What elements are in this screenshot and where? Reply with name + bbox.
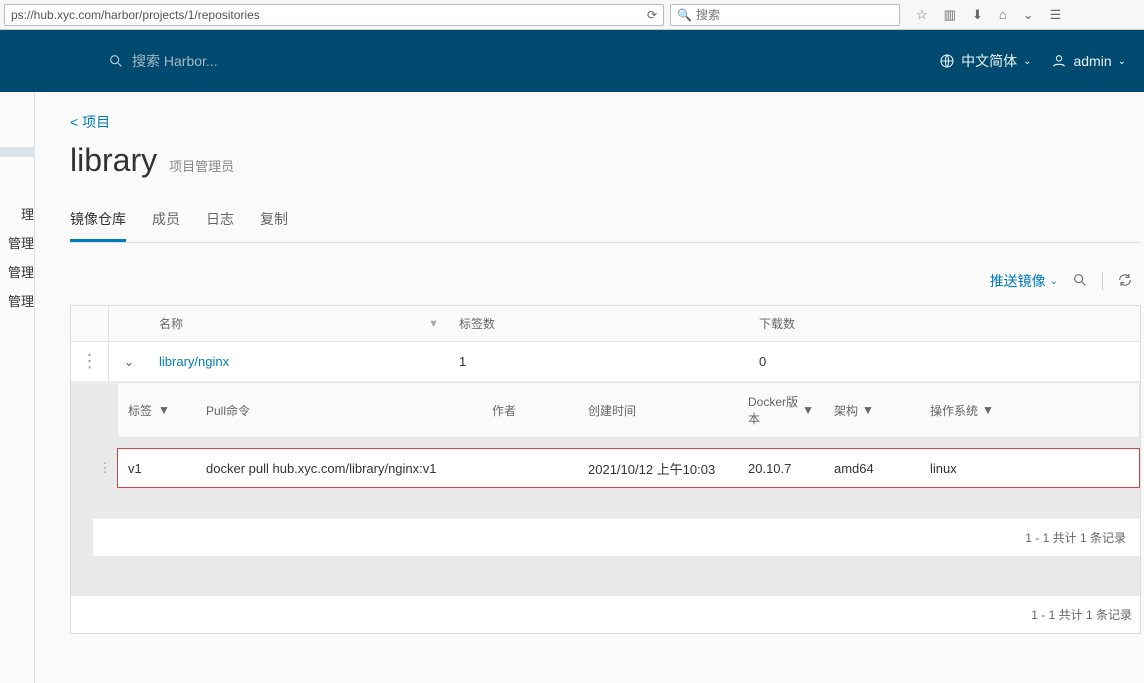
col-docker-ver[interactable]: Docker版本 ▼ — [738, 383, 824, 437]
sidebar: 理 管理 管理 管理 — [0, 92, 35, 683]
chevron-down-icon: ⌄ — [1023, 56, 1031, 67]
col-name[interactable]: 名称 ▼ — [149, 315, 449, 332]
repo-toolbar: 推送镜像 ⌄ — [70, 271, 1141, 291]
refresh-icon[interactable] — [1117, 272, 1133, 291]
repo-tags-count: 1 — [449, 354, 749, 369]
tag-docker-ver: 20.10.7 — [738, 461, 824, 476]
search-icon[interactable] — [1072, 272, 1088, 291]
bookmark-icon[interactable]: ☆ — [916, 7, 928, 23]
browser-chrome: ps://hub.xyc.com/harbor/projects/1/repos… — [0, 0, 1144, 30]
tag-arch: amd64 — [824, 461, 920, 476]
col-pulls[interactable]: 下载数 — [749, 315, 1140, 332]
user-icon — [1051, 53, 1067, 69]
tab-repos[interactable]: 镜像仓库 — [70, 203, 126, 242]
search-icon — [108, 53, 124, 69]
repo-table-header: 名称 ▼ 标签数 下载数 — [71, 306, 1140, 342]
col-tags[interactable]: 标签数 — [449, 315, 749, 332]
tab-members[interactable]: 成员 — [152, 203, 180, 242]
library-icon[interactable]: ▥ — [944, 7, 956, 23]
url-bar[interactable]: ps://hub.xyc.com/harbor/projects/1/repos… — [4, 4, 664, 26]
chevron-down-icon: ⌄ — [1050, 276, 1058, 287]
filter-icon[interactable]: ▼ — [158, 403, 170, 417]
tabs: 镜像仓库 成员 日志 复制 — [70, 203, 1141, 243]
downloads-icon[interactable]: ⬇ — [972, 7, 983, 23]
tab-logs[interactable]: 日志 — [206, 203, 234, 242]
sidebar-item-1[interactable]: 理 — [0, 199, 34, 228]
filter-icon[interactable]: ▼ — [862, 403, 874, 417]
chevron-down-icon: ⌄ — [1118, 56, 1126, 67]
sidebar-item-2[interactable]: 管理 — [0, 228, 34, 257]
col-tag[interactable]: 标签 ▼ — [118, 383, 196, 437]
push-image-link[interactable]: 推送镜像 ⌄ — [990, 271, 1058, 291]
chrome-controls: ☆ ▥ ⬇ ⌂ ⌄ ☰ — [916, 7, 1061, 23]
globe-icon — [939, 53, 955, 69]
breadcrumb-back[interactable]: < 项目 — [70, 112, 1141, 132]
col-created[interactable]: 创建时间 — [578, 383, 738, 437]
sidebar-item-4[interactable]: 管理 — [0, 286, 34, 315]
repo-name-link[interactable]: library/nginx — [149, 354, 449, 369]
app-header: 中文简体 ⌄ admin ⌄ — [0, 30, 1144, 92]
repo-table-footer: 1 - 1 共计 1 条记录 — [71, 596, 1140, 633]
url-text: ps://hub.xyc.com/harbor/projects/1/repos… — [11, 8, 260, 22]
subheader-actions — [93, 382, 117, 438]
row-actions-icon[interactable]: ⋮ — [71, 342, 109, 381]
expand-row-icon[interactable]: ⌄ — [109, 354, 149, 370]
user-label: admin — [1073, 53, 1111, 69]
sidebar-item-3[interactable]: 管理 — [0, 257, 34, 286]
language-label: 中文简体 — [961, 51, 1017, 71]
page-title: library — [70, 142, 157, 179]
filter-icon[interactable]: ▼ — [982, 403, 994, 417]
header-actions — [71, 306, 109, 341]
sidebar-item-0[interactable] — [0, 147, 34, 157]
home-icon[interactable]: ⌂ — [999, 7, 1007, 23]
tag-pull-cmd: docker pull hub.xyc.com/library/nginx:v1 — [196, 461, 482, 476]
project-role: 项目管理员 — [169, 156, 234, 175]
col-pull-cmd[interactable]: Pull命令 — [196, 383, 482, 437]
col-os[interactable]: 操作系统 ▼ — [920, 383, 1139, 437]
tab-replication[interactable]: 复制 — [260, 203, 288, 242]
tag-row-actions-icon[interactable]: ⋮ — [93, 448, 117, 488]
pocket-icon[interactable]: ⌄ — [1023, 7, 1034, 23]
col-author[interactable]: 作者 — [482, 383, 578, 437]
col-arch[interactable]: 架构 ▼ — [824, 383, 920, 437]
repo-table: 名称 ▼ 标签数 下载数 ⋮ ⌄ library/nginx 1 0 标签 — [70, 305, 1141, 634]
browser-search[interactable]: 🔍 搜索 — [670, 4, 900, 26]
search-icon: 🔍 — [677, 8, 692, 22]
repo-pulls-count: 0 — [749, 354, 1140, 369]
header-right: 中文简体 ⌄ admin ⌄ — [939, 51, 1126, 71]
reload-icon[interactable]: ⟳ — [647, 8, 657, 22]
tag-os: linux — [920, 461, 1139, 476]
tag-row: v1 docker pull hub.xyc.com/library/nginx… — [117, 448, 1140, 488]
expanded-tag-area: 标签 ▼ Pull命令 作者 创建时间 Docker版本 ▼ 架构 ▼ — [71, 382, 1140, 596]
user-menu[interactable]: admin ⌄ — [1051, 53, 1126, 69]
harbor-search[interactable] — [108, 53, 392, 69]
separator — [1102, 272, 1103, 290]
language-selector[interactable]: 中文简体 ⌄ — [939, 51, 1031, 71]
tag-name[interactable]: v1 — [118, 461, 196, 476]
tag-created: 2021/10/12 上午10:03 — [578, 459, 738, 478]
search-input[interactable] — [132, 53, 392, 69]
table-row: ⋮ ⌄ library/nginx 1 0 — [71, 342, 1140, 382]
menu-icon[interactable]: ☰ — [1050, 7, 1062, 23]
tag-table-footer: 1 - 1 共计 1 条记录 — [93, 518, 1140, 556]
main-content: < 项目 library 项目管理员 镜像仓库 成员 日志 复制 推送镜像 ⌄ — [35, 92, 1144, 683]
filter-icon[interactable]: ▼ — [802, 403, 814, 417]
browser-search-placeholder: 搜索 — [696, 6, 720, 23]
push-image-label: 推送镜像 — [990, 271, 1046, 291]
filter-icon[interactable]: ▼ — [428, 318, 439, 330]
